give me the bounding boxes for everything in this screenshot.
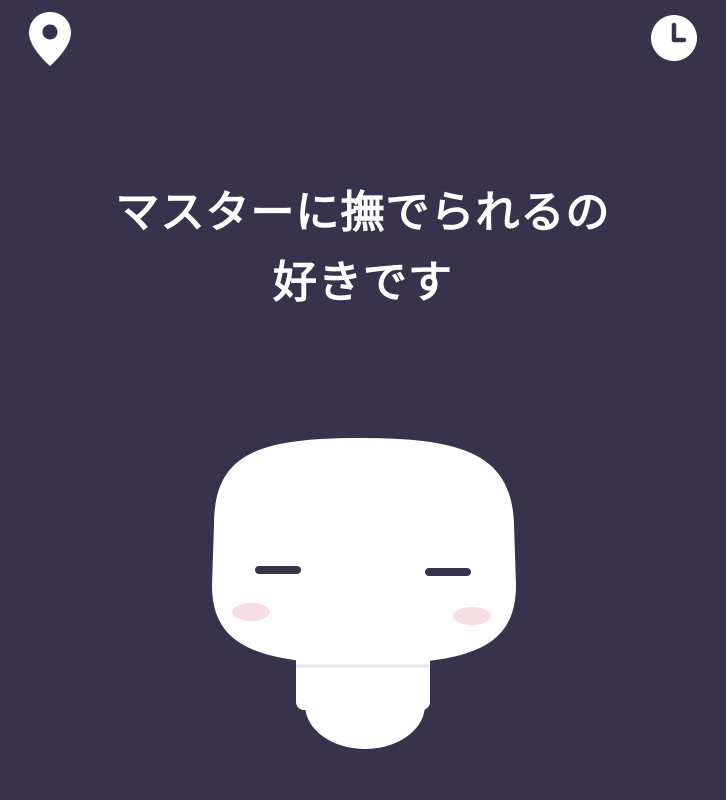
location-pin-icon (29, 12, 71, 66)
clock-icon (651, 15, 697, 61)
mascot-right-cheek (453, 607, 491, 625)
mascot-left-eye (255, 566, 301, 574)
mascot-character[interactable] (200, 430, 530, 760)
location-button[interactable] (26, 10, 74, 68)
mascot-right-eye (425, 568, 471, 576)
mascot-illustration (212, 438, 516, 749)
message-line-1: マスターに撫でられるの (115, 187, 611, 238)
mascot-left-cheek (232, 603, 270, 621)
message-line-2: 好きです (273, 257, 453, 308)
mascot-head (212, 438, 516, 664)
message-text: マスターに撫でられるの 好きです (0, 178, 726, 318)
history-button[interactable] (650, 14, 698, 62)
